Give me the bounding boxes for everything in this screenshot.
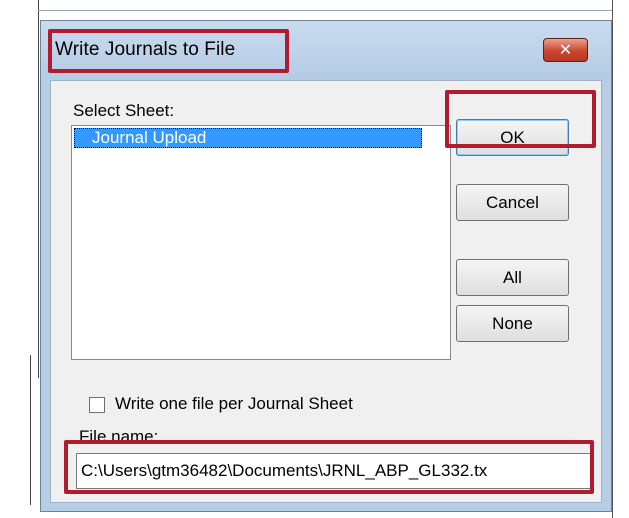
write-one-file-label[interactable]: Write one file per Journal Sheet (115, 394, 353, 414)
sheet-border-right (612, 0, 613, 518)
cancel-button[interactable]: Cancel (456, 184, 569, 221)
ok-button[interactable]: OK (456, 119, 569, 156)
list-item[interactable]: Journal Upload (74, 128, 422, 148)
sheet-border-left (38, 0, 39, 378)
all-button[interactable]: All (456, 259, 569, 296)
close-button[interactable]: ✕ (543, 38, 588, 62)
sheet-border-top (38, 10, 612, 11)
file-name-input[interactable]: C:\Users\gtm36482\Documents\JRNL_ABP_GL3… (76, 453, 591, 489)
select-sheet-label: Select Sheet: (73, 101, 175, 120)
sheet-border-left-lower (30, 355, 31, 505)
file-name-label: File name: (79, 427, 159, 446)
write-journals-dialog: Write Journals to File ✕ Select Sheet: J… (40, 20, 612, 512)
dialog-body: Select Sheet: Journal Upload OK Cancel A… (50, 80, 602, 503)
write-one-file-checkbox[interactable] (89, 397, 105, 413)
dialog-titlebar[interactable]: Write Journals to File ✕ (41, 21, 611, 79)
sheet-listbox[interactable]: Journal Upload (71, 125, 451, 360)
none-button[interactable]: None (456, 305, 569, 342)
close-icon: ✕ (558, 42, 573, 59)
dialog-title: Write Journals to File (55, 39, 236, 60)
